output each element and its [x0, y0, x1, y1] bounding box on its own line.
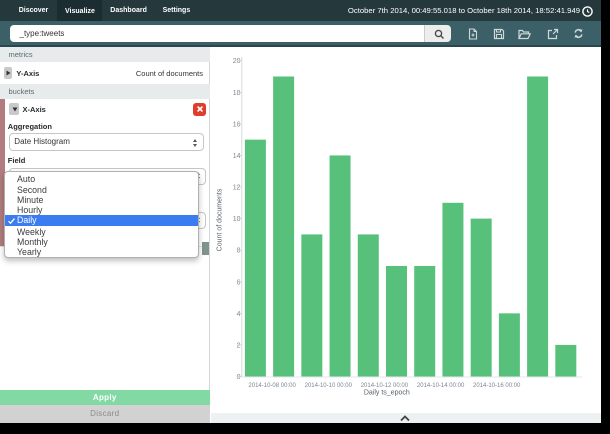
- svg-text:2014-10-14 00:00: 2014-10-14 00:00: [416, 383, 464, 389]
- svg-text:8: 8: [236, 248, 240, 255]
- svg-text:12: 12: [232, 185, 240, 192]
- svg-text:2014-10-12 00:00: 2014-10-12 00:00: [360, 383, 408, 389]
- svg-text:2014-10-10 00:00: 2014-10-10 00:00: [304, 383, 352, 389]
- svg-text:2: 2: [236, 342, 240, 349]
- svg-text:2014-10-08 00:00: 2014-10-08 00:00: [248, 383, 296, 389]
- svg-text:Count of documents: Count of documents: [216, 188, 223, 251]
- svg-text:20: 20: [232, 58, 240, 65]
- svg-text:18: 18: [232, 90, 240, 97]
- svg-text:4: 4: [236, 311, 240, 318]
- svg-text:14: 14: [232, 153, 240, 160]
- svg-text:6: 6: [236, 279, 240, 286]
- svg-text:2014-10-16 00:00: 2014-10-16 00:00: [473, 383, 521, 389]
- svg-text:10: 10: [232, 216, 240, 223]
- svg-text:0: 0: [236, 374, 240, 381]
- svg-text:16: 16: [232, 121, 240, 128]
- svg-text:Daily ts_epoch: Daily ts_epoch: [363, 390, 409, 397]
